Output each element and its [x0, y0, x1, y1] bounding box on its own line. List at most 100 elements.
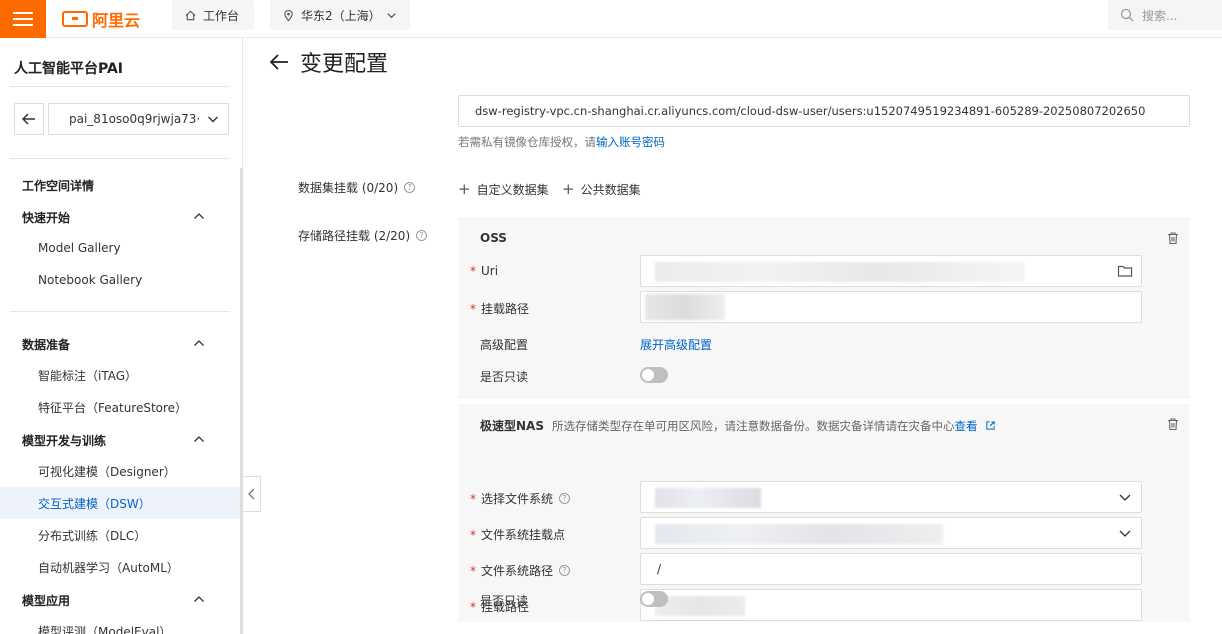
help-icon[interactable]: ?: [559, 565, 571, 576]
aliyun-logo[interactable]: 阿里云: [62, 7, 140, 31]
back-arrow-icon[interactable]: [268, 51, 290, 73]
disaster-recovery-link[interactable]: 查看: [955, 419, 978, 433]
fs-path-label-text: 文件系统路径: [481, 564, 554, 578]
workspace-select-value: pai_81oso0q9rjwja73·: [69, 112, 201, 126]
external-link-icon[interactable]: [985, 420, 996, 431]
plus-icon: +: [562, 180, 575, 198]
chevron-up-icon[interactable]: [192, 209, 206, 223]
global-search-input[interactable]: 搜索...: [1108, 0, 1222, 30]
add-custom-dataset-label: 自定义数据集: [476, 182, 549, 197]
enter-credentials-link[interactable]: 输入账号密码: [596, 135, 665, 149]
sidebar-item-workspace-details[interactable]: 工作空间详情: [22, 177, 94, 194]
sidebar-item-model-gallery[interactable]: Model Gallery: [0, 232, 240, 264]
advanced-config-label: 高级配置: [480, 338, 529, 352]
mount-point-label: * 文件系统挂载点: [470, 527, 566, 543]
help-icon[interactable]: ?: [559, 493, 571, 504]
redacted-value: [645, 294, 725, 320]
workbench-button[interactable]: 工作台: [172, 0, 254, 30]
oss-uri-input[interactable]: [640, 255, 1142, 287]
home-icon: [185, 10, 196, 20]
sidebar-item-dlc[interactable]: 分布式训练（DLC）: [0, 519, 240, 551]
sidebar-scrollbar[interactable]: [240, 168, 243, 634]
sidebar-section-model-dev[interactable]: 模型开发与训练: [22, 432, 106, 449]
oss-readonly-label: 是否只读: [480, 370, 529, 384]
redacted-value: [655, 596, 745, 616]
sidebar: 人工智能平台PAI pai_81oso0q9rjwja73· 工作空间详情 快速…: [0, 38, 243, 634]
add-public-dataset-button[interactable]: + 公共数据集: [562, 180, 641, 198]
file-system-label-text: 选择文件系统: [481, 492, 554, 506]
mount-point-label-text: 文件系统挂载点: [481, 528, 566, 542]
nas-readonly-toggle[interactable]: [640, 591, 668, 607]
plus-icon: +: [458, 180, 471, 198]
redacted-value: [655, 524, 943, 544]
storage-mount-label: 存储路径挂载 (2/20)?: [298, 227, 428, 244]
nas-card-title: 极速型NAS: [480, 419, 544, 433]
storage-mount-text: 存储路径挂载 (2/20): [298, 229, 411, 243]
add-custom-dataset-button[interactable]: + 自定义数据集: [458, 180, 549, 198]
sidebar-item-dsw[interactable]: 交互式建模（DSW）: [0, 487, 240, 519]
hint-text: 若需私有镜像仓库授权，请: [458, 135, 596, 149]
trash-icon[interactable]: [1166, 417, 1180, 431]
location-pin-icon: [284, 9, 293, 21]
sidebar-item-modeleval[interactable]: 模型评测（ModelEval）: [0, 615, 240, 634]
arrow-left-icon: [21, 113, 35, 125]
chevron-down-icon: [208, 116, 218, 123]
workspace-select[interactable]: pai_81oso0q9rjwja73·: [48, 103, 229, 135]
sidebar-section-quick-start[interactable]: 快速开始: [22, 209, 70, 226]
page-title-text: 变更配置: [300, 52, 389, 77]
chevron-up-icon[interactable]: [192, 336, 206, 350]
logo-text: 阿里云: [92, 11, 141, 30]
back-to-workspaces-button[interactable]: [14, 103, 44, 135]
fs-path-label: * 文件系统路径?: [470, 562, 571, 579]
sidebar-item-notebook-gallery[interactable]: Notebook Gallery: [0, 264, 240, 296]
image-url-input[interactable]: dsw-registry-vpc.cn-shanghai.cr.aliyuncs…: [458, 95, 1190, 127]
oss-readonly-toggle[interactable]: [640, 367, 668, 383]
uri-label: * Uri: [470, 264, 499, 278]
sidebar-divider: [10, 86, 229, 87]
help-icon[interactable]: ?: [404, 182, 416, 193]
redacted-value: [655, 262, 1025, 282]
folder-icon[interactable]: [1117, 264, 1133, 278]
chevron-up-icon[interactable]: [192, 592, 206, 606]
nas-risk-warning: 所选存储类型存在单可用区风险，请注意数据备份。数据灾备详情请在灾备中心查看: [552, 418, 996, 434]
page-title: 变更配置: [268, 46, 388, 78]
dataset-mount-label: 数据集挂载 (0/20)?: [298, 179, 416, 196]
oss-mount-path-input[interactable]: [640, 291, 1142, 323]
top-navigation-bar: 阿里云 工作台 华东2（上海） 搜索...: [0, 0, 1222, 38]
hamburger-menu-button[interactable]: [0, 0, 46, 38]
sidebar-section-model-apps[interactable]: 模型应用: [22, 592, 70, 609]
trash-icon[interactable]: [1166, 231, 1180, 245]
fs-path-input[interactable]: /: [640, 553, 1142, 585]
sidebar-item-itag[interactable]: 智能标注（iTAG）: [0, 359, 240, 391]
workbench-label: 工作台: [203, 8, 240, 23]
main-content: 变更配置 dsw-registry-vpc.cn-shanghai.cr.ali…: [244, 38, 1222, 634]
oss-mount-path-label-text: 挂载路径: [481, 302, 530, 316]
oss-mount-path-label: * 挂载路径: [470, 301, 530, 317]
sidebar-title: 人工智能平台PAI: [14, 61, 124, 77]
nas-mount-path-input[interactable]: [640, 589, 1142, 621]
region-label: 华东2（上海）: [301, 8, 381, 23]
oss-card-title: OSS: [480, 231, 507, 245]
dataset-mount-text: 数据集挂载 (0/20): [298, 181, 399, 195]
chevron-up-icon[interactable]: [192, 432, 206, 446]
oss-mount-card: OSS * Uri * 挂载路径 高级配置 展开高级配置 是否只读: [458, 217, 1190, 399]
menu-icon: [13, 12, 33, 26]
help-icon[interactable]: ?: [416, 230, 428, 241]
chevron-down-icon: [1119, 530, 1131, 537]
sidebar-item-designer[interactable]: 可视化建模（Designer）: [0, 455, 240, 487]
registry-auth-hint: 若需私有镜像仓库授权，请输入账号密码: [458, 134, 665, 150]
chevron-down-icon: [1119, 494, 1131, 501]
nas-warning-text: 所选存储类型存在单可用区风险，请注意数据备份。数据灾备详情请在灾备中心: [552, 419, 955, 433]
sidebar-divider: [10, 311, 229, 312]
chevron-down-icon: [387, 12, 396, 18]
sidebar-item-featurestore[interactable]: 特征平台（FeatureStore）: [0, 391, 240, 423]
expand-advanced-config-link[interactable]: 展开高级配置: [640, 336, 712, 353]
redacted-value: [655, 488, 761, 508]
mount-point-select[interactable]: [640, 517, 1142, 549]
region-selector[interactable]: 华东2（上海）: [270, 0, 410, 30]
search-icon: [1120, 8, 1134, 22]
nas-readonly-label: 是否只读: [480, 594, 529, 608]
file-system-select[interactable]: [640, 481, 1142, 513]
sidebar-item-automl[interactable]: 自动机器学习（AutoML）: [0, 551, 240, 583]
sidebar-section-data-prep[interactable]: 数据准备: [22, 336, 70, 353]
